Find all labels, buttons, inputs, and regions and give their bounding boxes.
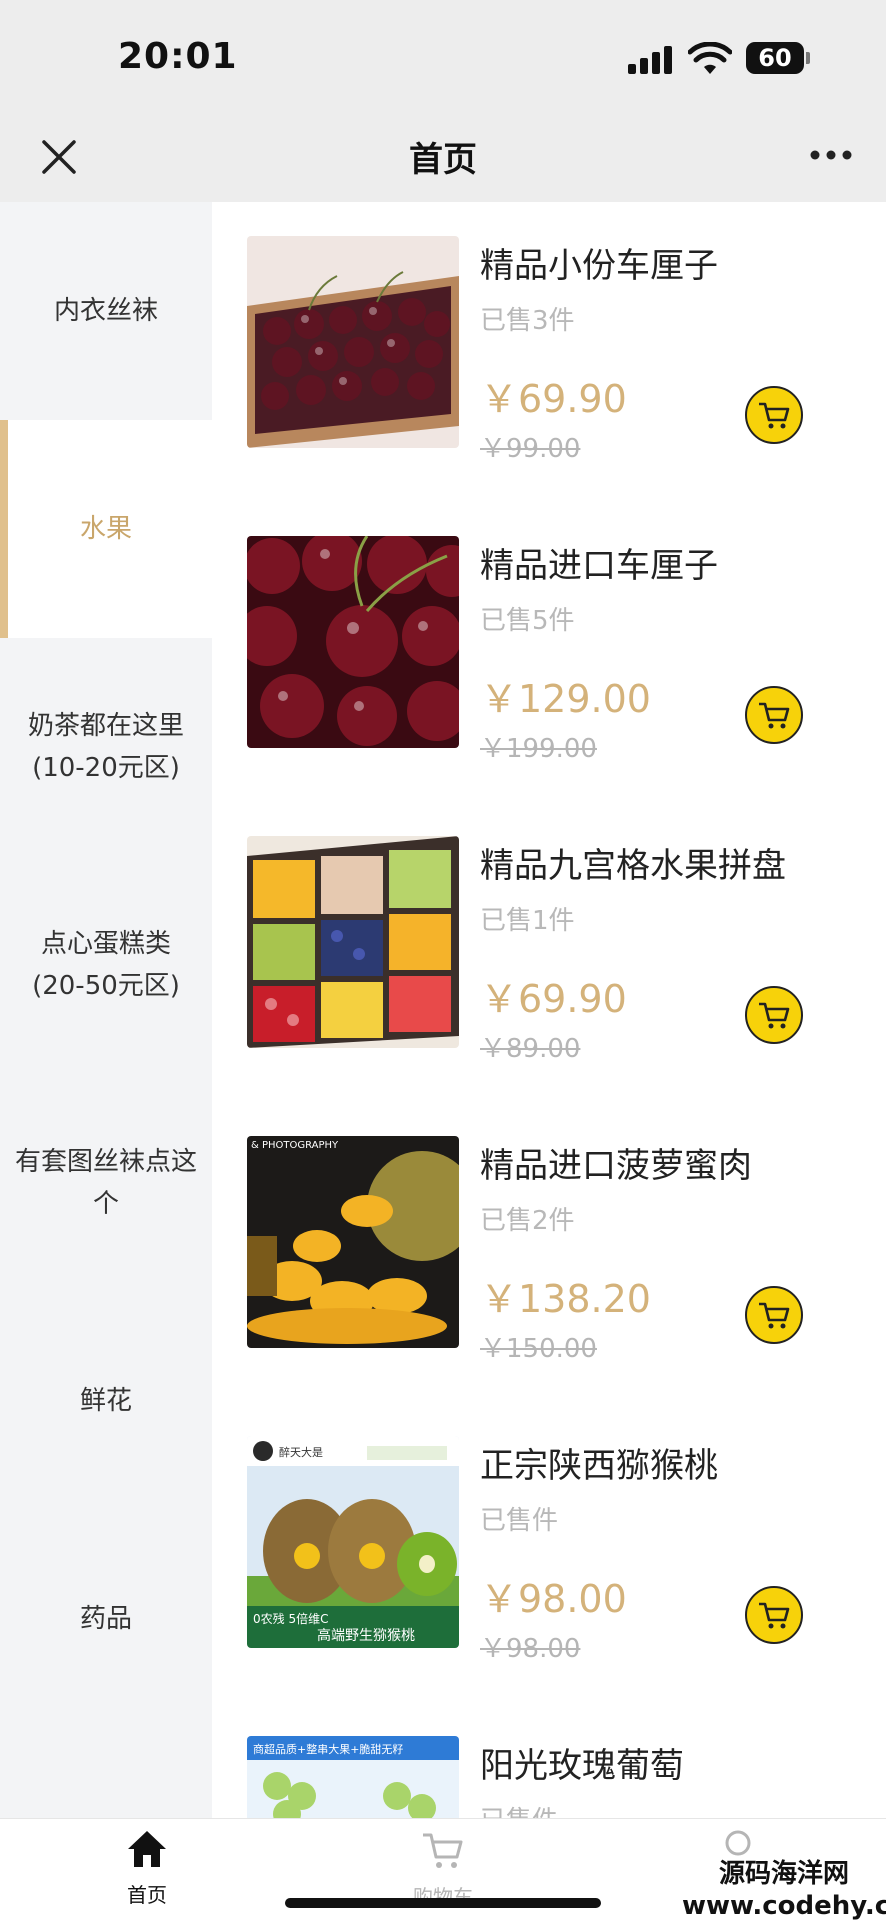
product-sold-count: 已售件 [480,1506,559,1536]
add-to-cart-button[interactable] [745,386,803,444]
category-item-active[interactable]: 水果 [0,420,212,638]
cart-icon [759,1302,790,1329]
nav-bar: 首页 [0,122,886,202]
product-name[interactable]: 正宗陕西猕猴桃 [480,1438,718,1487]
product-name[interactable]: 精品进口车厘子 [480,538,718,587]
watermark-title: 源码海洋网 [718,1859,849,1889]
cart-icon [759,1602,790,1629]
category-item[interactable]: 鲜花 [0,1292,212,1510]
product-image-grapes[interactable]: 商超品质+整串大果+脆甜无籽 [247,1736,459,1818]
battery-tip [806,52,810,64]
add-to-cart-button[interactable] [745,1286,803,1344]
more-icon[interactable] [806,140,856,170]
image-badge-text: 0农残 5倍维C [253,1611,328,1626]
add-to-cart-button[interactable] [745,1586,803,1644]
product-sold-count: 已售1件 [480,906,575,936]
product-price: ￥129.00 [480,677,651,721]
product-name[interactable]: 精品小份车厘子 [480,238,718,287]
product-sold-count: 已售件 [480,1800,558,1818]
tab-home-label: 首页 [127,1883,167,1907]
add-to-cart-button[interactable] [745,986,803,1044]
cart-icon [759,702,790,729]
product-name[interactable]: 精品进口菠萝蜜肉 [480,1138,752,1187]
product-original-price: ￥99.00 [480,434,581,464]
product-list: 精品小份车厘子 已售3件 ￥69.90 ￥99.00 精品进口车厘子 已售5件 … [212,202,886,1818]
watermark: 源码海洋网 www.codehy.com [682,1858,886,1920]
page-title: 首页 [409,140,477,180]
wifi-icon [688,42,732,74]
cart-icon [759,402,790,429]
category-item[interactable]: 有套图丝袜点这个 [0,1074,212,1292]
tab-home[interactable]: 首页 [87,1829,207,1908]
category-item[interactable]: 内衣丝袜 [0,202,212,420]
product-image-fruit-platter[interactable] [247,836,459,1048]
image-brand-text: 醉天大是 [279,1445,323,1459]
product-sold-count: 已售5件 [480,606,575,636]
product-item[interactable]: & PHOTOGRAPHY 精品进口菠萝蜜肉 已售2件 ￥138.20 ￥150… [212,1102,886,1402]
product-item[interactable]: 精品小份车厘子 已售3件 ￥69.90 ￥99.00 [212,202,886,502]
product-price: ￥69.90 [480,377,627,421]
product-original-price: ￥89.00 [480,1034,581,1064]
product-sold-count: 已售3件 [480,306,575,336]
status-bar: 20:01 60 [0,0,886,122]
image-slogan-text: 高端野生猕猴桃 [317,1627,415,1644]
product-item[interactable]: 精品九宫格水果拼盘 已售1件 ￥69.90 ￥89.00 [212,802,886,1102]
product-item[interactable]: 商超品质+整串大果+脆甜无籽 阳光玫瑰葡萄 已售件 [212,1702,886,1818]
product-original-price: ￥199.00 [480,734,597,764]
product-name[interactable]: 阳光玫瑰葡萄 [480,1738,684,1787]
product-item[interactable]: 精品进口车厘子 已售5件 ￥129.00 ￥199.00 [212,502,886,802]
category-item[interactable]: 奶茶都在这里 (10-20元区) [0,638,212,856]
product-price: ￥138.20 [480,1277,651,1321]
product-price: ￥98.00 [480,1577,627,1621]
cart-icon [759,1002,790,1029]
product-price: ￥69.90 [480,977,627,1021]
product-sold-count: 已售2件 [480,1206,575,1236]
image-banner-text: 商超品质+整串大果+脆甜无籽 [253,1742,403,1756]
product-image-cherries[interactable] [247,536,459,748]
product-image-cherries-box[interactable] [247,236,459,448]
product-original-price: ￥150.00 [480,1334,597,1364]
product-item[interactable]: 醉天大是 0农残 5倍维C 高端野生猕猴桃 正宗陕西猕猴桃 已售件 ￥98.00… [212,1402,886,1702]
status-time: 20:01 [118,36,238,77]
product-image-jackfruit[interactable]: & PHOTOGRAPHY [247,1136,459,1348]
product-image-kiwi[interactable]: 醉天大是 0农残 5倍维C 高端野生猕猴桃 [247,1436,459,1648]
battery-icon: 60 [746,42,804,74]
image-caption: & PHOTOGRAPHY [251,1140,339,1151]
product-original-price: ￥98.00 [480,1634,581,1664]
screen: 20:01 60 首页 内衣丝袜 水果 奶茶都在这里 (10-20元区) 点心蛋… [0,0,886,1920]
cart-icon [423,1833,463,1868]
product-name[interactable]: 精品九宫格水果拼盘 [480,838,786,887]
category-sidebar: 内衣丝袜 水果 奶茶都在这里 (10-20元区) 点心蛋糕类 (20-50元区)… [0,202,212,1818]
category-item[interactable]: 药品 [0,1510,212,1728]
signal-icon [628,46,672,74]
add-to-cart-button[interactable] [745,686,803,744]
home-indicator [285,1898,601,1908]
home-icon [128,1831,166,1867]
category-item[interactable]: 点心蛋糕类 (20-50元区) [0,856,212,1074]
watermark-url: www.codehy.com [682,1891,886,1920]
